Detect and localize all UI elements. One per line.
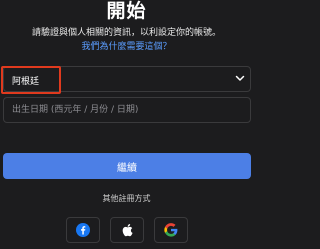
- continue-button[interactable]: 繼續: [3, 153, 251, 179]
- why-needed-link[interactable]: 我們為什麼需要這個？: [0, 41, 253, 53]
- google-icon: [164, 223, 178, 237]
- other-signup-label: 其他註冊方式: [102, 194, 151, 203]
- facebook-icon: [76, 223, 90, 237]
- signup-page: 開始 請驗證與個人相關的資訊，以利設定你的帳號。 我們為什麼需要這個？ 阿根廷 …: [0, 0, 253, 249]
- birthdate-input[interactable]: [3, 97, 251, 123]
- chevron-down-icon: [235, 75, 245, 81]
- apple-signup-button[interactable]: [110, 217, 144, 243]
- country-select[interactable]: 阿根廷: [3, 66, 251, 92]
- facebook-signup-button[interactable]: [66, 217, 100, 243]
- social-signup-row: [0, 217, 253, 243]
- page-title: 開始: [106, 0, 147, 22]
- country-select-value: 阿根廷: [12, 77, 40, 87]
- apple-icon: [122, 224, 133, 237]
- google-signup-button[interactable]: [154, 217, 188, 243]
- page-subtitle: 請驗證與個人相關的資訊，以利設定你的帳號。: [31, 28, 221, 38]
